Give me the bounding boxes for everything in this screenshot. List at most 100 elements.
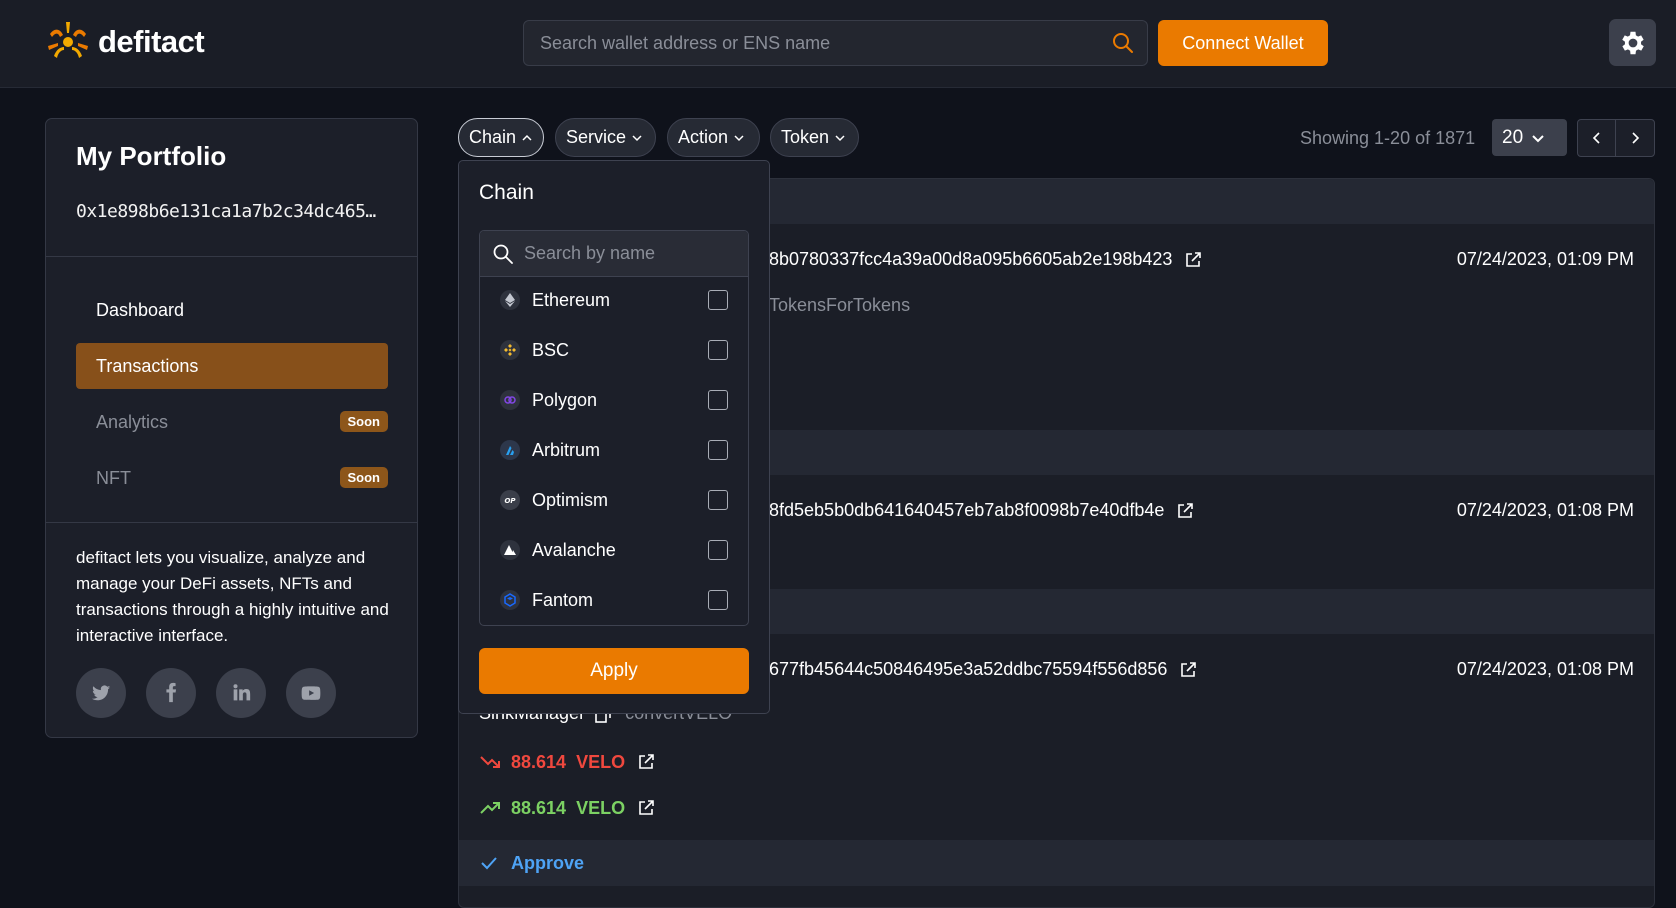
chain-checkbox[interactable] [708, 340, 728, 360]
approve-action-row[interactable]: Approve [459, 840, 1654, 886]
previous-page-button[interactable] [1578, 120, 1617, 156]
chain-filter-dropdown: Chain Ethereum BSC Polygon Arbitrum OP [458, 160, 770, 714]
soon-badge: Soon [339, 467, 388, 488]
chain-name: Fantom [532, 589, 594, 610]
wallet-address: 0x1e898b6e131ca1a7b2c34dc465… [76, 201, 376, 222]
tx-hash-link[interactable]: 677fb45644c50846495e3a52ddbc75594f556d85… [769, 659, 1197, 680]
transfer-symbol: VELO [576, 751, 626, 772]
chevron-right-icon [1632, 132, 1640, 144]
action-filter-button[interactable]: Action [667, 118, 760, 157]
youtube-link[interactable] [286, 668, 336, 718]
transfer-symbol: VELO [576, 797, 626, 818]
gear-icon [1621, 31, 1644, 54]
apply-filter-button[interactable]: Apply [479, 648, 749, 694]
ethereum-icon [500, 290, 520, 310]
sidebar-item-label: Transactions [96, 355, 199, 376]
external-link-icon[interactable] [637, 753, 655, 771]
wallet-search-box[interactable] [523, 20, 1148, 66]
chain-name: Polygon [532, 389, 598, 410]
chain-checkbox[interactable] [708, 290, 728, 310]
chain-option-ethereum[interactable]: Ethereum [480, 278, 748, 322]
external-link-icon[interactable] [637, 799, 655, 817]
sidebar-item-nft[interactable]: NFT Soon [76, 455, 388, 501]
chain-checkbox[interactable] [708, 390, 728, 410]
per-page-select[interactable]: 20 [1492, 119, 1567, 156]
defitact-logo-icon [48, 22, 88, 58]
pagination-summary: Showing 1-20 of 1871 [1300, 128, 1476, 148]
avalanche-icon [500, 540, 520, 560]
chain-search-input[interactable] [524, 231, 744, 276]
logo-text: defitact [98, 24, 205, 59]
approve-label: Approve [511, 852, 585, 873]
facebook-link[interactable] [146, 668, 196, 718]
chevron-left-icon [1592, 132, 1600, 144]
portfolio-title: My Portfolio [76, 141, 227, 171]
service-filter-button[interactable]: Service [555, 118, 656, 157]
arbitrum-icon [500, 440, 520, 460]
twitter-icon [91, 685, 111, 701]
tx-hash-text: 677fb45644c50846495e3a52ddbc75594f556d85… [769, 659, 1168, 679]
chevron-up-icon [522, 134, 532, 141]
bsc-icon [500, 340, 520, 360]
optimism-icon: OP [500, 490, 520, 510]
tx-date: 07/24/2023, 01:08 PM [1456, 500, 1634, 520]
external-link-icon[interactable] [1184, 251, 1202, 269]
chain-checkbox[interactable] [708, 440, 728, 460]
trend-down-icon [480, 756, 500, 768]
chain-name: Arbitrum [532, 439, 601, 460]
chevron-down-icon [1532, 134, 1544, 142]
sidebar-item-label: Analytics [96, 411, 169, 432]
tx-date: 07/24/2023, 01:08 PM [1456, 659, 1634, 679]
chain-name: Avalanche [532, 539, 616, 560]
twitter-link[interactable] [76, 668, 126, 718]
chain-name: Optimism [532, 489, 608, 510]
external-link-icon[interactable] [1176, 502, 1194, 520]
page-navigation [1577, 119, 1655, 157]
chain-option-polygon[interactable]: Polygon [480, 378, 748, 422]
linkedin-icon [233, 684, 251, 701]
chain-option-fantom[interactable]: Fantom [480, 578, 748, 622]
sidebar-item-dashboard[interactable]: Dashboard [76, 287, 388, 333]
sidebar-divider [46, 522, 417, 523]
sidebar-item-label: NFT [96, 467, 131, 488]
checkmark-icon [481, 857, 497, 870]
sidebar-item-transactions[interactable]: Transactions [76, 343, 388, 389]
chevron-down-icon [835, 134, 845, 141]
chain-filter-button[interactable]: Chain [458, 118, 544, 157]
per-page-value: 20 [1502, 126, 1524, 148]
token-transfer-out: 88.614 VELO [479, 751, 655, 773]
chain-option-bsc[interactable]: BSC [480, 328, 748, 372]
tx-method: TokensForTokens [769, 295, 911, 315]
chevron-down-icon [734, 134, 744, 141]
chain-checkbox[interactable] [708, 540, 728, 560]
chain-checkbox[interactable] [708, 590, 728, 610]
chevron-down-icon [632, 134, 642, 141]
chain-checkbox[interactable] [708, 490, 728, 510]
youtube-icon [301, 686, 321, 700]
wallet-search-input[interactable] [524, 21, 1104, 65]
filter-label: Chain [469, 127, 517, 147]
chain-option-avalanche[interactable]: Avalanche [480, 528, 748, 572]
tx-hash-text: 8b0780337fcc4a39a00d8a095b6605ab2e198b42… [769, 249, 1173, 269]
transfer-amount: 88.614 [511, 751, 567, 772]
tx-date: 07/24/2023, 01:09 PM [1456, 249, 1634, 269]
chain-option-optimism[interactable]: OP Optimism [480, 478, 748, 522]
search-icon[interactable] [1111, 31, 1135, 55]
logo[interactable]: defitact [46, 20, 205, 64]
sidebar-divider [46, 256, 417, 257]
linkedin-link[interactable] [216, 668, 266, 718]
tx-hash-link[interactable]: 8fd5eb5b0db641640457eb7ab8f0098b7e40dfb4… [769, 500, 1194, 521]
sidebar-item-analytics[interactable]: Analytics Soon [76, 399, 388, 445]
token-filter-button[interactable]: Token [770, 118, 859, 157]
polygon-icon [500, 390, 520, 410]
connect-wallet-button[interactable]: Connect Wallet [1158, 20, 1328, 66]
top-bar: defitact Connect Wallet [0, 0, 1676, 88]
filter-label: Token [781, 127, 830, 147]
settings-button[interactable] [1609, 19, 1656, 66]
next-page-button[interactable] [1616, 120, 1654, 156]
tx-hash-link[interactable]: 8b0780337fcc4a39a00d8a095b6605ab2e198b42… [769, 249, 1202, 270]
chain-option-arbitrum[interactable]: Arbitrum [480, 428, 748, 472]
external-link-icon[interactable] [1179, 661, 1197, 679]
filter-label: Service [566, 127, 627, 147]
chain-search-box[interactable] [480, 231, 748, 277]
